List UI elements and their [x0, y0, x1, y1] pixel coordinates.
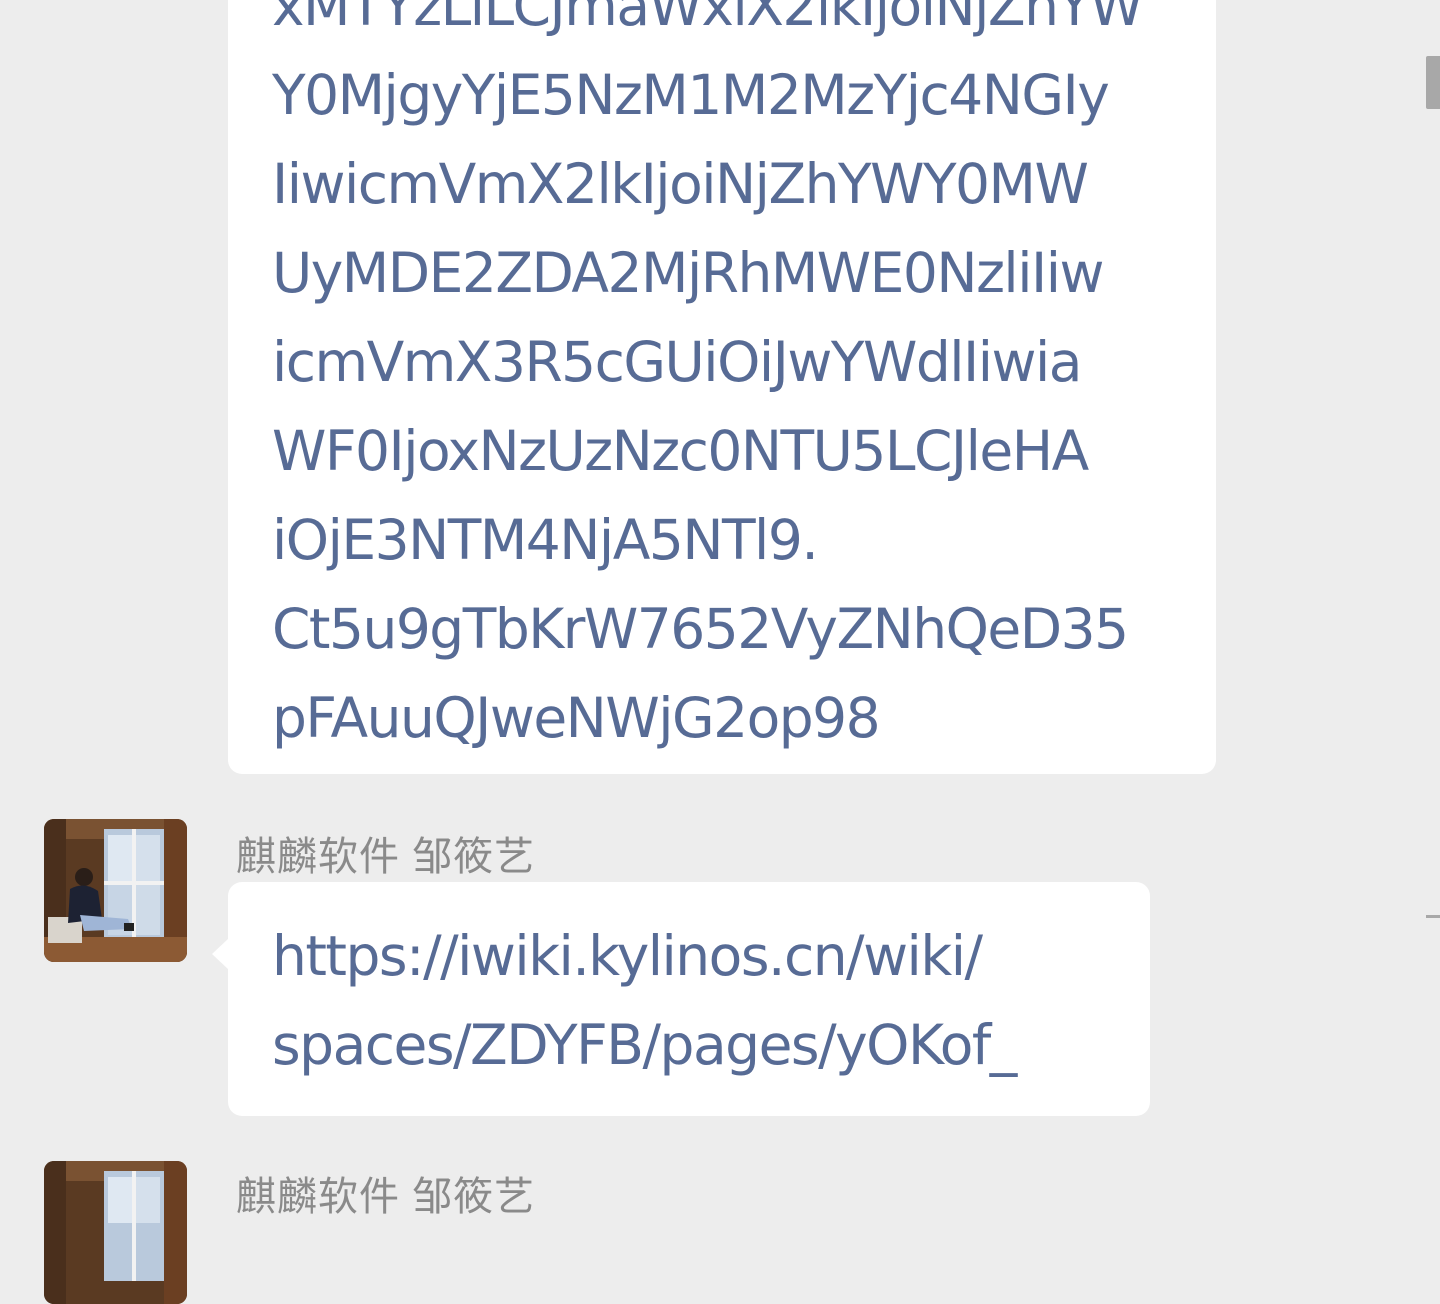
- sender-avatar[interactable]: [44, 1161, 187, 1304]
- sender-name: 麒麟软件 邹筱艺: [236, 1175, 536, 1219]
- message-text-line[interactable]: UyMDE2ZDA2MjRhMWE0NzliIiw: [272, 229, 1172, 318]
- message-text-line[interactable]: IiwicmVmX2lkIjoiNjZhYWY0MW: [272, 140, 1172, 229]
- message-link-line[interactable]: spaces/ZDYFB/pages/yOKof_: [272, 1001, 1106, 1090]
- message-text-line[interactable]: pFAuuQJweNWjG2op98: [272, 674, 1172, 763]
- avatar-photo-icon: [44, 1161, 187, 1304]
- message-text-line[interactable]: WF0IjoxNzUzNzc0NTU5LCJleHA: [272, 407, 1172, 496]
- message-text-line[interactable]: icmVmX3R5cGUiOiJwYWdlIiwia: [272, 318, 1172, 407]
- sender-avatar[interactable]: [44, 819, 187, 962]
- message-text-line[interactable]: Y0MjgyYjE5NzM1M2MzYjc4NGIy: [272, 51, 1172, 140]
- message-text-line[interactable]: iOjE3NTM4NjA5NTl9.: [272, 496, 1172, 585]
- message-text-line[interactable]: Ct5u9gTbKrW7652VyZNhQeD35: [272, 585, 1172, 674]
- avatar-photo-icon: [44, 819, 187, 962]
- message-bubble-link[interactable]: https://iwiki.kylinos.cn/wiki/ spaces/ZD…: [212, 882, 1150, 1116]
- sender-name: 麒麟软件 邹筱艺: [236, 835, 536, 879]
- message-link-line[interactable]: https://iwiki.kylinos.cn/wiki/: [272, 912, 1106, 1001]
- message-text-line[interactable]: xMTYzLiLCJmaWxlX2lkIjoiNjZhYW: [272, 0, 1172, 51]
- message-bubble-token[interactable]: xMTYzLiLCJmaWxlX2lkIjoiNjZhYW Y0MjgyYjE5…: [228, 0, 1216, 774]
- scrollbar-thumb[interactable]: [1426, 56, 1440, 109]
- edge-marker: [1426, 915, 1440, 918]
